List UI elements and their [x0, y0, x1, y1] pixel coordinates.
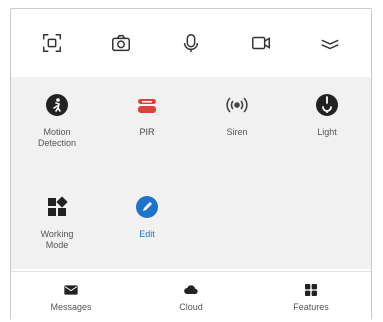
- tab-features[interactable]: Features: [266, 282, 356, 312]
- pir-label: PIR: [139, 127, 155, 137]
- tab-messages-label: Messages: [50, 302, 92, 312]
- toolbar: [11, 9, 371, 77]
- screenshot-button[interactable]: [35, 26, 69, 60]
- camera-button[interactable]: [104, 26, 138, 60]
- video-record-icon: [251, 36, 270, 50]
- siren-icon: [226, 97, 248, 113]
- microphone-button[interactable]: [174, 26, 208, 60]
- tab-cloud[interactable]: Cloud: [146, 282, 236, 312]
- tab-messages[interactable]: Messages: [26, 282, 116, 312]
- messages-icon: [64, 285, 78, 295]
- pir-toggle[interactable]: PIR: [107, 93, 187, 138]
- working-mode-icon: [48, 196, 68, 216]
- light-label: Light: [317, 127, 337, 137]
- screenshot-icon: [42, 34, 61, 52]
- motion-icon: [46, 94, 68, 116]
- bottom-tab-bar: Messages Cloud Features: [11, 271, 371, 322]
- device-control-panel: Motion Detection PIR Siren Light Working…: [10, 8, 372, 322]
- features-icon: [305, 284, 317, 296]
- pir-sensor-icon: [138, 99, 156, 113]
- features-panel: Motion Detection PIR Siren Light Working…: [11, 77, 371, 269]
- edit-button[interactable]: Edit: [107, 195, 187, 240]
- camera-icon: [112, 34, 131, 52]
- video-record-button[interactable]: [244, 26, 278, 60]
- tab-features-label: Features: [293, 302, 329, 312]
- light-icon: [316, 94, 338, 116]
- collapse-icon: [321, 39, 339, 50]
- tab-cloud-label: Cloud: [179, 302, 203, 312]
- edit-label: Edit: [139, 229, 155, 239]
- siren-label: Siren: [226, 127, 248, 137]
- working-mode-label: Working Mode: [40, 229, 74, 250]
- motion-detection-label: Motion Detection: [37, 127, 77, 148]
- collapse-button[interactable]: [313, 26, 347, 60]
- motion-detection-toggle[interactable]: Motion Detection: [17, 93, 97, 149]
- edit-icon: [136, 196, 158, 218]
- siren-toggle[interactable]: Siren: [197, 93, 277, 138]
- microphone-icon: [183, 34, 199, 53]
- light-toggle[interactable]: Light: [287, 93, 367, 138]
- cloud-icon: [184, 285, 198, 294]
- working-mode-button[interactable]: Working Mode: [17, 195, 97, 251]
